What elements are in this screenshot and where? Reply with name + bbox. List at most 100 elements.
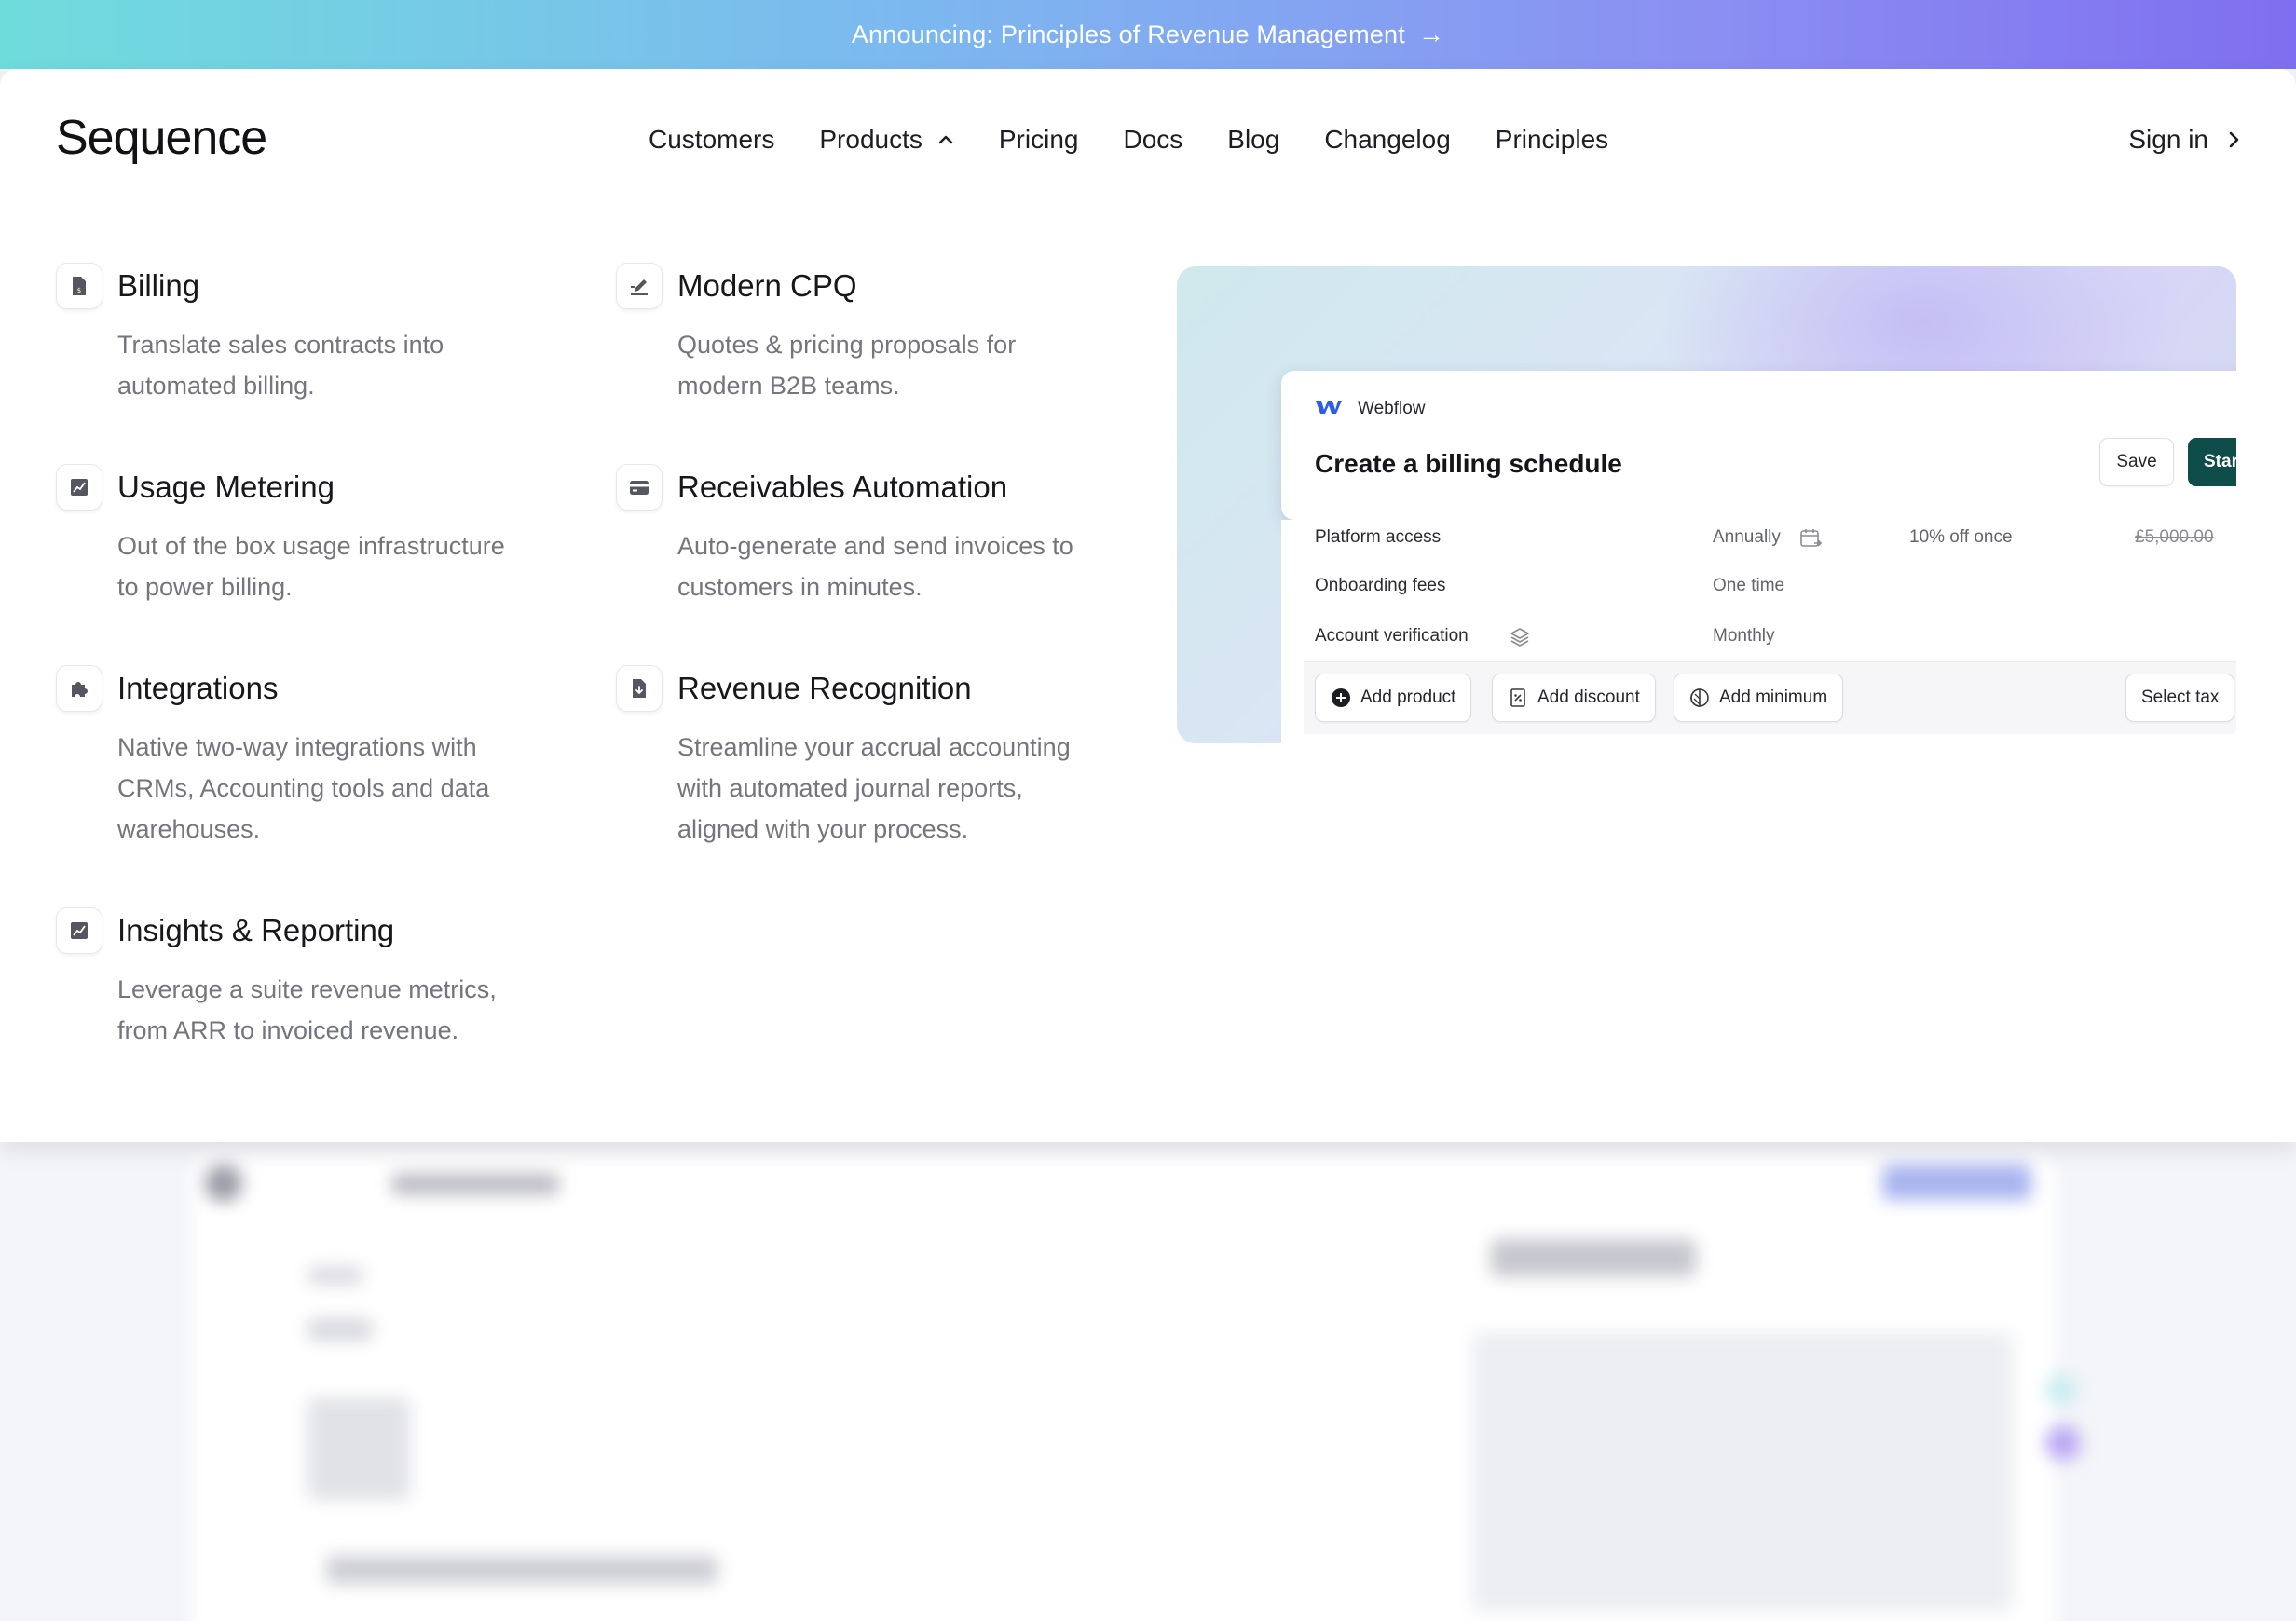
products-dropdown-panel: Sequence Customers Products Pricing Docs… <box>0 69 2296 1142</box>
product-title: Revenue Recognition <box>677 671 972 705</box>
sign-in-link[interactable]: Sign in <box>2128 119 2240 160</box>
product-description: Translate sales contracts into automated… <box>117 324 578 406</box>
chevron-up-icon <box>938 135 953 144</box>
line-item-name: Account verification <box>1315 626 1469 646</box>
description-line: CRMs, Accounting tools and data <box>117 774 490 802</box>
background-bar <box>326 1556 718 1584</box>
product-description: Auto-generate and send invoices to custo… <box>677 525 1138 607</box>
nav-label: Docs <box>1123 125 1183 154</box>
line-item-frequency: Monthly <box>1713 626 1775 646</box>
product-description: Native two-way integrations with CRMs, A… <box>117 727 578 850</box>
product-description: Out of the box usage infrastructure to p… <box>117 525 578 607</box>
nav-label: Pricing <box>998 125 1079 154</box>
background-bar <box>308 1318 373 1341</box>
description-line: Quotes & pricing proposals for <box>677 331 1017 359</box>
nav-label: Products <box>819 125 922 154</box>
description-line: automated billing. <box>117 372 315 400</box>
sign-in-label: Sign in <box>2128 125 2208 154</box>
nav-pricing[interactable]: Pricing <box>999 125 1079 155</box>
background-dot <box>2045 1374 2077 1406</box>
add-product-button[interactable]: Add product <box>1315 674 1472 722</box>
credit-card-icon <box>616 464 663 511</box>
product-item-billing[interactable]: $ Billing Translate sales contracts into… <box>56 263 578 406</box>
line-item-toolbar: Add product Add discount Add minimum Sel… <box>1304 661 2236 734</box>
billing-line-items: Platform access Annually 10% off once £5… <box>1281 520 2236 743</box>
layers-icon <box>1510 628 1529 647</box>
company-name: Webflow <box>1358 399 1426 418</box>
line-item-frequency: One time <box>1713 576 1785 595</box>
main-nav: Customers Products Pricing Docs Blog Cha… <box>649 119 1653 160</box>
product-item-integrations[interactable]: Integrations Native two-way integrations… <box>56 665 578 850</box>
schedule-title: Create a billing schedule <box>1315 449 1622 478</box>
description-line: warehouses. <box>117 815 261 843</box>
chart-line-icon <box>56 464 102 511</box>
product-title: Modern CPQ <box>677 268 857 303</box>
nav-blog[interactable]: Blog <box>1227 125 1279 155</box>
product-title: Usage Metering <box>117 470 335 504</box>
line-item-discount: 10% off once <box>1909 527 2013 547</box>
nav-label: Changelog <box>1324 125 1451 154</box>
line-item-row[interactable]: Account verification Monthly Fr <box>1281 619 2236 656</box>
description-line: from ARR to invoiced revenue. <box>117 1016 459 1044</box>
description-line: with automated journal reports, <box>677 774 1023 802</box>
description-line: Out of the box usage infrastructure <box>117 532 505 560</box>
chevron-right-icon <box>2229 131 2239 148</box>
nav-customers[interactable]: Customers <box>649 125 774 155</box>
product-description: Streamline your accrual accounting with … <box>677 727 1138 850</box>
product-item-modern-cpq[interactable]: Modern CPQ Quotes & pricing proposals fo… <box>616 263 1138 406</box>
product-item-receivables-automation[interactable]: Receivables Automation Auto-generate and… <box>616 464 1138 607</box>
line-item-frequency: Annually <box>1713 527 1781 547</box>
invoice-dollar-icon: $ <box>56 263 102 309</box>
product-item-usage-metering[interactable]: Usage Metering Out of the box usage infr… <box>56 464 578 607</box>
background-bar <box>391 1174 559 1194</box>
line-item-name: Platform access <box>1315 527 1442 547</box>
add-minimum-button[interactable]: Add minimum <box>1674 674 1844 722</box>
button-label: Add discount <box>1538 688 1640 707</box>
product-title: Insights & Reporting <box>117 913 395 947</box>
receipt-percent-icon <box>1510 688 1525 707</box>
nav-label: Principles <box>1495 125 1609 154</box>
nav-label: Customers <box>649 125 775 154</box>
line-item-original-price: £5,000.00 <box>2135 527 2214 547</box>
background-bar <box>308 1267 363 1284</box>
button-label: Select tax <box>2141 688 2220 707</box>
background-block <box>308 1397 410 1500</box>
start-button[interactable]: Start <box>2188 438 2236 486</box>
billing-schedule-preview[interactable]: Webflow Create a billing schedule Save S… <box>1177 266 2236 743</box>
nav-changelog[interactable]: Changelog <box>1324 125 1450 155</box>
description-line: Leverage a suite revenue metrics, <box>117 975 497 1003</box>
nav-docs[interactable]: Docs <box>1123 125 1182 155</box>
product-title: Receivables Automation <box>677 470 1008 504</box>
select-tax-button[interactable]: Select tax <box>2125 674 2235 722</box>
calendar-repeat-icon <box>1800 529 1823 547</box>
description-line: Streamline your accrual accounting <box>677 733 1071 761</box>
description-line: aligned with your process. <box>677 815 969 843</box>
line-item-row[interactable]: Platform access Annually 10% off once £5… <box>1281 520 2236 557</box>
billing-schedule-header-card: Webflow Create a billing schedule Save S… <box>1281 371 2236 520</box>
webflow-logo-icon <box>1316 401 1342 414</box>
svg-text:$: $ <box>77 287 81 294</box>
announcement-bar[interactable]: Announcing: Principles of Revenue Manage… <box>0 0 2296 69</box>
product-item-revenue-recognition[interactable]: Revenue Recognition Streamline your accr… <box>616 665 1138 850</box>
announcement-text[interactable]: Announcing: Principles of Revenue Manage… <box>852 20 1405 49</box>
background-dot <box>2045 1425 2081 1461</box>
product-title: Billing <box>117 268 200 303</box>
add-discount-button[interactable]: Add discount <box>1492 674 1656 722</box>
half-circle-icon <box>1690 688 1709 707</box>
nav-principles[interactable]: Principles <box>1496 125 1608 155</box>
line-item-row[interactable]: Onboarding fees One time £ <box>1281 568 2236 606</box>
sequence-logo[interactable]: Sequence <box>56 110 267 166</box>
product-item-insights-reporting[interactable]: Insights & Reporting Leverage a suite re… <box>56 907 578 1051</box>
product-title: Integrations <box>117 671 279 705</box>
description-line: to power billing. <box>117 573 293 601</box>
description-line: Auto-generate and send invoices to <box>677 532 1073 560</box>
button-label: Add product <box>1360 688 1456 707</box>
description-line: Translate sales contracts into <box>117 331 444 359</box>
plus-circle-icon <box>1332 688 1350 707</box>
product-description: Leverage a suite revenue metrics, from A… <box>117 969 578 1051</box>
background-button <box>1882 1165 2031 1200</box>
button-label: Add minimum <box>1719 688 1828 707</box>
line-item-name: Onboarding fees <box>1315 576 1446 595</box>
save-button[interactable]: Save <box>2099 438 2174 486</box>
nav-products[interactable]: Products <box>819 125 954 155</box>
